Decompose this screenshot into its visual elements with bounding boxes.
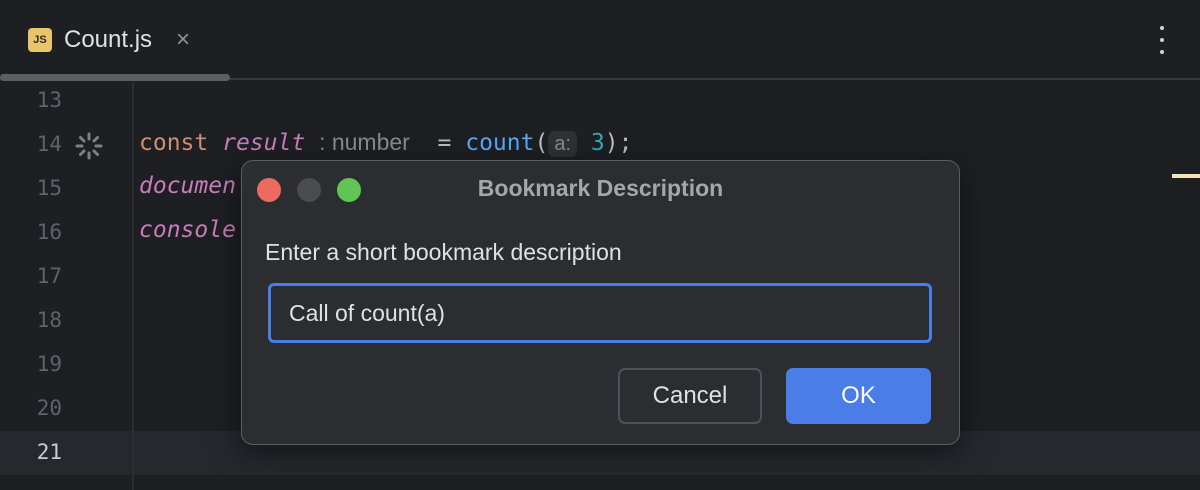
tab-scrollbar[interactable] [0,74,230,81]
variable: console [139,217,236,243]
line-number: 13 [36,88,62,112]
parameter-hint: a: [548,131,578,157]
javascript-file-icon: JS [28,28,52,52]
scrollbar-marker[interactable] [1172,174,1200,178]
code-line-14[interactable]: const result : number = count(a: 3); [139,129,633,157]
argument: 3 [590,130,605,156]
line-number: 15 [36,176,62,200]
description-input[interactable] [268,283,932,343]
code-line-16[interactable]: console [139,217,236,243]
zoom-window-button[interactable] [337,178,361,202]
loading-spinner-icon [75,132,103,160]
close-tab-icon[interactable]: × [176,26,190,54]
line-number: 16 [36,220,62,244]
line-number: 17 [36,264,62,288]
paren: ( [534,130,549,156]
gutter-divider [132,82,134,490]
line-number: 21 [36,440,62,464]
line-number: 20 [36,396,62,420]
operator: = [423,130,466,156]
bookmark-description-dialog: Bookmark Description Enter a short bookm… [241,160,960,445]
tab-bar: JS Count.js × [0,0,1200,81]
tab-label: Count.js [64,26,153,53]
line-number: 18 [36,308,62,332]
variable: documen [139,173,236,199]
cancel-button[interactable]: Cancel [618,368,762,424]
variable: result [222,130,306,156]
code-line-15[interactable]: documen [139,173,236,199]
type-hint: : number [319,129,410,155]
description-label: Enter a short bookmark description [265,239,622,265]
function-name: count [465,130,535,156]
minimize-window-button[interactable] [297,178,321,202]
paren-close: ); [604,130,633,156]
keyword: const [139,130,209,156]
line-number: 14 [36,132,62,156]
line-number: 19 [36,352,62,376]
more-options-icon[interactable] [1152,26,1172,54]
close-window-button[interactable] [257,178,281,202]
tab-count-js[interactable]: JS Count.js × [28,26,190,54]
ok-button[interactable]: OK [786,368,931,424]
